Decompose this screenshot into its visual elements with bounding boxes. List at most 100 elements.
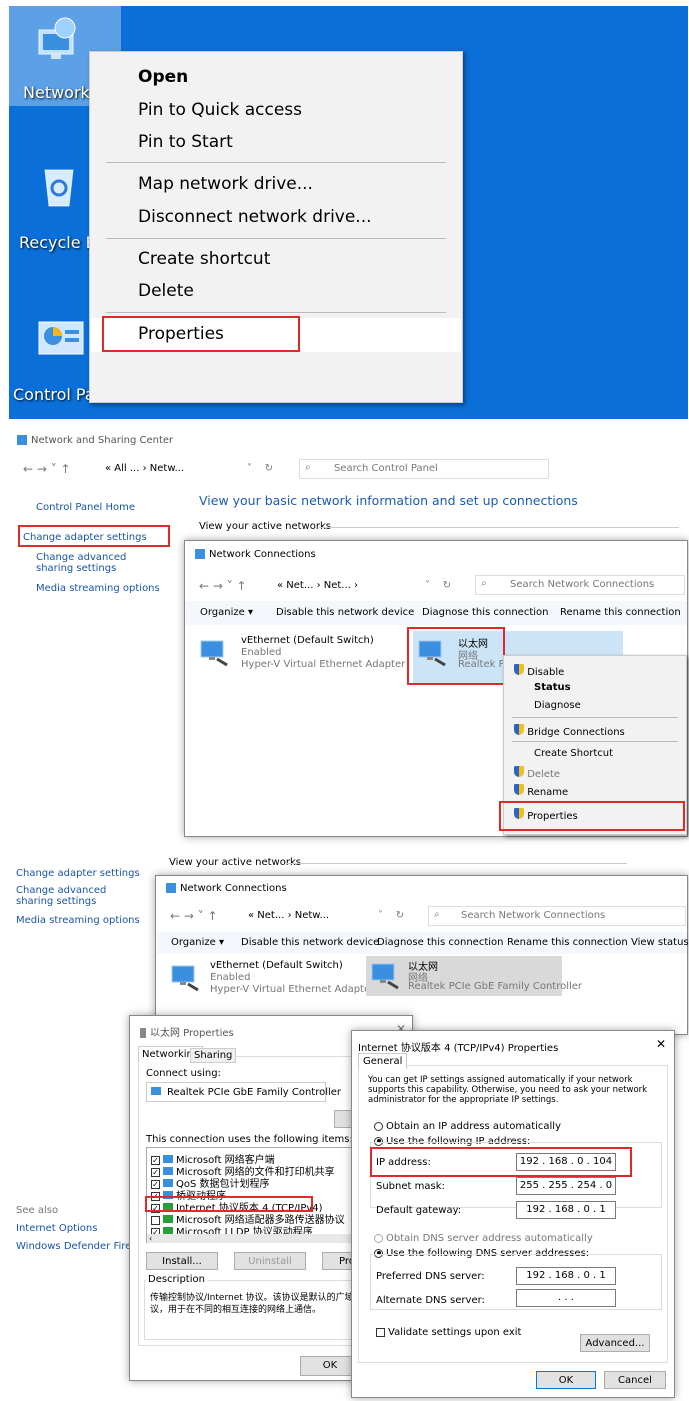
tab-general[interactable]: General	[358, 1053, 408, 1069]
menu-item-create-shortcut[interactable]: Create Shortcut	[534, 748, 613, 759]
nc-nav-arrows[interactable]: ← → ˅ ↑	[199, 579, 247, 593]
network-connections-window: Network Connections ← → ˅ ↑ « Net... › N…	[155, 875, 689, 1035]
menu-item-create-shortcut[interactable]: Create shortcut	[138, 249, 270, 269]
adapter-status: Enabled	[241, 647, 282, 658]
menu-separator	[106, 162, 446, 163]
disable-device-button[interactable]: Disable this network device	[241, 937, 379, 948]
rename-button[interactable]: Rename this connection	[560, 607, 681, 618]
nc-breadcrumb[interactable]: « Net... › Net... ›	[277, 580, 358, 591]
divider	[287, 863, 627, 864]
adapter-device: Hyper-V Virtual Ethernet Adapter	[210, 984, 375, 995]
search-icon: ⌕	[481, 578, 487, 589]
window-title: Network and Sharing Center	[17, 435, 173, 446]
subnet-mask-field[interactable]: 255 . 255 . 254 . 0	[516, 1177, 616, 1195]
dialog-title: Internet 协议版本 4 (TCP/IPv4) Properties	[358, 1043, 559, 1054]
page-heading: View your basic network information and …	[199, 493, 578, 508]
service-icon	[163, 1179, 173, 1187]
network-connections-icon	[166, 883, 176, 893]
breadcrumb-dropdown[interactable]: ˅ ↻	[247, 463, 273, 474]
connect-using-label: Connect using:	[146, 1068, 221, 1079]
checkbox[interactable]	[376, 1327, 385, 1337]
highlight-box	[499, 801, 685, 831]
recycle-bin-icon	[39, 162, 79, 208]
internet-options-link[interactable]: Internet Options	[16, 1223, 97, 1234]
active-networks-label: View your active networks	[199, 521, 331, 532]
highlight-box	[18, 525, 170, 547]
radio-button[interactable]	[374, 1121, 383, 1131]
menu-item-disconnect-drive[interactable]: Disconnect network drive...	[138, 207, 372, 227]
change-advanced-sharing-link[interactable]: Change advanced sharing settings	[36, 552, 166, 574]
nc-search-input[interactable]: ⌕ Search Network Connections	[475, 575, 685, 595]
gateway-field[interactable]: 192 . 168 . 0 . 1	[516, 1201, 616, 1219]
ipv4-properties-dialog: Internet 协议版本 4 (TCP/IPv4) Properties ✕ …	[351, 1030, 675, 1398]
protocol-icon	[163, 1215, 173, 1223]
desktop: Network Recycle Bin Control Panel Open P…	[9, 6, 688, 419]
network-adapter-icon	[151, 1087, 161, 1095]
preferred-dns-field[interactable]: 192 . 168 . 0 . 1	[516, 1267, 616, 1285]
nc-search-input[interactable]: ⌕ Search Network Connections	[428, 906, 686, 926]
view-status-button[interactable]: View status of	[631, 937, 689, 948]
menu-item-pin-start[interactable]: Pin to Start	[138, 132, 233, 152]
menu-item-delete[interactable]: Delete	[514, 766, 560, 780]
adapter-field: Realtek PCIe GbE Family Controller	[146, 1082, 341, 1102]
organize-menu[interactable]: Organize ▾	[200, 607, 253, 618]
network-label: Network	[23, 83, 90, 102]
adapter-vethernet[interactable]: vEthernet (Default Switch) Enabled Hyper…	[199, 635, 405, 675]
breadcrumb[interactable]: « All ... › Netw...	[105, 463, 184, 474]
menu-separator	[512, 741, 678, 742]
search-control-panel[interactable]: ⌕ Search Control Panel	[299, 459, 549, 479]
menu-item-delete[interactable]: Delete	[138, 281, 194, 301]
items-label: This connection uses the following items…	[146, 1134, 353, 1145]
install-button[interactable]: Install...	[146, 1252, 218, 1270]
auto-ip-radio[interactable]: Obtain an IP address automatically	[374, 1121, 561, 1132]
organize-menu[interactable]: Organize ▾	[171, 937, 224, 948]
change-adapter-settings-link[interactable]: Change adapter settings	[16, 868, 140, 879]
search-icon: ⌕	[305, 462, 311, 473]
adapter-vethernet[interactable]: vEthernet (Default Switch) Enabled Hyper…	[170, 960, 374, 1000]
network-connections-icon	[195, 549, 205, 559]
network-adapter-icon	[170, 962, 200, 992]
nc-toolbar: Organize ▾ Disable this network device D…	[157, 932, 689, 954]
nc-dropdown[interactable]: ˅ ↻	[425, 580, 451, 591]
advanced-button[interactable]: Advanced...	[580, 1334, 650, 1352]
disable-device-button[interactable]: Disable this network device	[276, 607, 414, 618]
description-label: Description	[146, 1274, 207, 1285]
adapter-icon	[140, 1028, 146, 1038]
network-adapter-icon	[199, 637, 229, 667]
rename-button[interactable]: Rename this connection	[507, 937, 628, 948]
change-advanced-sharing-link[interactable]: Change advanced sharing settings	[16, 885, 136, 907]
auto-dns-radio[interactable]: Obtain DNS server address automatically	[374, 1233, 593, 1244]
uninstall-button[interactable]: Uninstall	[234, 1252, 306, 1270]
cancel-button[interactable]: Cancel	[604, 1371, 666, 1389]
menu-item-pin-quick-access[interactable]: Pin to Quick access	[138, 100, 302, 120]
diagnose-button[interactable]: Diagnose this connection	[377, 937, 503, 948]
nc-breadcrumb[interactable]: « Net... › Netw...	[248, 910, 329, 921]
media-streaming-link[interactable]: Media streaming options	[16, 915, 140, 926]
menu-item-open[interactable]: Open	[138, 67, 188, 87]
nav-arrows[interactable]: ← → ˅ ↑	[23, 462, 71, 476]
menu-item-disable[interactable]: Disable	[514, 664, 564, 678]
menu-item-bridge[interactable]: Bridge Connections	[514, 724, 625, 738]
menu-item-diagnose[interactable]: Diagnose	[534, 700, 581, 711]
validate-checkbox[interactable]: Validate settings upon exit	[376, 1327, 521, 1338]
radio-button[interactable]	[374, 1233, 383, 1243]
close-icon[interactable]: ✕	[656, 1037, 666, 1051]
properties-panel: View your active networks Change adapter…	[9, 845, 689, 1401]
alternate-dns-field[interactable]: . . .	[516, 1289, 616, 1307]
nc-dropdown[interactable]: ˅ ↻	[378, 910, 404, 921]
shield-icon	[514, 724, 524, 735]
media-streaming-link[interactable]: Media streaming options	[36, 583, 160, 594]
adapter-ethernet[interactable]: 以太网 网络 Realtek PCIe GbE Family Controlle…	[366, 956, 582, 996]
control-panel-icon	[37, 316, 85, 360]
menu-item-status[interactable]: Status	[534, 682, 571, 693]
ok-button[interactable]: OK	[536, 1371, 596, 1389]
menu-separator	[106, 312, 446, 313]
control-panel-home-link[interactable]: Control Panel Home	[36, 502, 135, 513]
diagnose-button[interactable]: Diagnose this connection	[422, 607, 548, 618]
menu-item-map-drive[interactable]: Map network drive...	[138, 174, 313, 194]
horizontal-scrollbar[interactable]: ‹	[147, 1234, 375, 1243]
tab-sharing[interactable]: Sharing	[190, 1048, 237, 1063]
active-networks-label: View your active networks	[169, 857, 301, 868]
menu-item-rename[interactable]: Rename	[514, 784, 568, 798]
nc-nav-arrows[interactable]: ← → ˅ ↑	[170, 909, 218, 923]
